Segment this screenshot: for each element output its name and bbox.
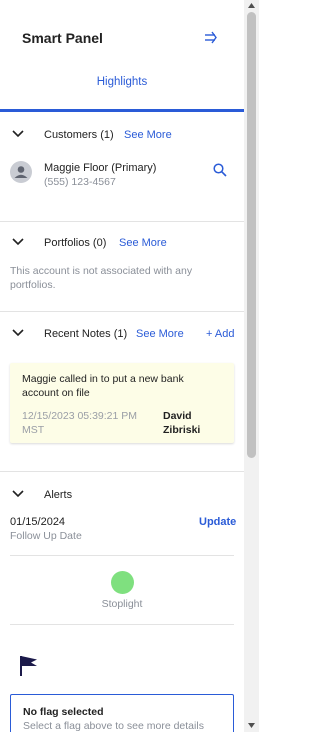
flag-subtitle: Select a flag above to see more details (23, 720, 204, 732)
divider (0, 471, 244, 472)
search-icon (213, 163, 227, 177)
tab-highlights[interactable]: Highlights (0, 76, 244, 88)
notes-section-header: Recent Notes (1) See More + Add (0, 324, 244, 346)
customers-title: Customers (1) (44, 129, 114, 141)
customer-phone: (555) 123-4567 (44, 176, 116, 188)
customers-section-header: Customers (1) See More (0, 125, 244, 147)
flag-details-box: No flag selected Select a flag above to … (10, 694, 234, 732)
chevron-down-icon[interactable] (12, 328, 24, 338)
note-timestamp: 12/15/2023 05:39:21 PM MST (22, 410, 138, 436)
flag-button[interactable] (18, 654, 40, 678)
scroll-up-arrow-icon[interactable] (247, 2, 256, 10)
follow-up-date-value: 01/15/2024 (10, 516, 66, 528)
flag-icon (20, 656, 37, 676)
divider (0, 311, 244, 312)
scrollbar-thumb[interactable] (247, 12, 256, 458)
notes-title: Recent Notes (1) (44, 328, 128, 340)
note-author: David Zibriski (163, 410, 201, 436)
customers-see-more-link[interactable]: See More (124, 129, 172, 141)
avatar (10, 161, 32, 183)
scroll-down-arrow-icon[interactable] (247, 721, 256, 729)
active-tab-indicator (0, 109, 244, 112)
divider (10, 555, 234, 556)
note-text: Maggie called in to put a new bank accou… (22, 373, 184, 399)
chevron-down-icon[interactable] (12, 489, 24, 499)
add-note-button[interactable]: + Add (206, 328, 234, 340)
portfolios-section-header: Portfolios (0) See More (0, 233, 244, 255)
collapse-right-icon (205, 31, 217, 44)
divider (10, 624, 234, 625)
note-card[interactable]: Maggie called in to put a new bank accou… (10, 363, 234, 443)
collapse-panel-button[interactable] (200, 28, 222, 48)
scrollbar[interactable] (244, 0, 259, 732)
stoplight-indicator[interactable] (111, 571, 134, 594)
portfolios-see-more-link[interactable]: See More (119, 237, 167, 249)
divider (0, 221, 244, 222)
stoplight-label: Stoplight (101, 598, 143, 610)
panel-header: Smart Panel Highlights (0, 0, 244, 112)
portfolios-empty-text: This account is not associated with any … (10, 265, 193, 291)
person-icon (14, 166, 28, 178)
customer-name[interactable]: Maggie Floor (Primary) (44, 162, 156, 174)
alerts-section-header: Alerts (0, 485, 244, 507)
chevron-down-icon[interactable] (12, 237, 24, 247)
chevron-down-icon[interactable] (12, 129, 24, 139)
update-button[interactable]: Update (199, 516, 236, 528)
smart-panel: Smart Panel Highlights Customers (1) See… (0, 0, 244, 732)
alerts-title: Alerts (44, 489, 73, 501)
portfolios-title: Portfolios (0) (44, 237, 107, 249)
customer-search-button[interactable] (212, 162, 228, 178)
flag-title: No flag selected (23, 706, 104, 718)
notes-see-more-link[interactable]: See More (136, 328, 184, 340)
panel-title: Smart Panel (22, 30, 103, 46)
follow-up-date-label: Follow Up Date (10, 530, 82, 542)
